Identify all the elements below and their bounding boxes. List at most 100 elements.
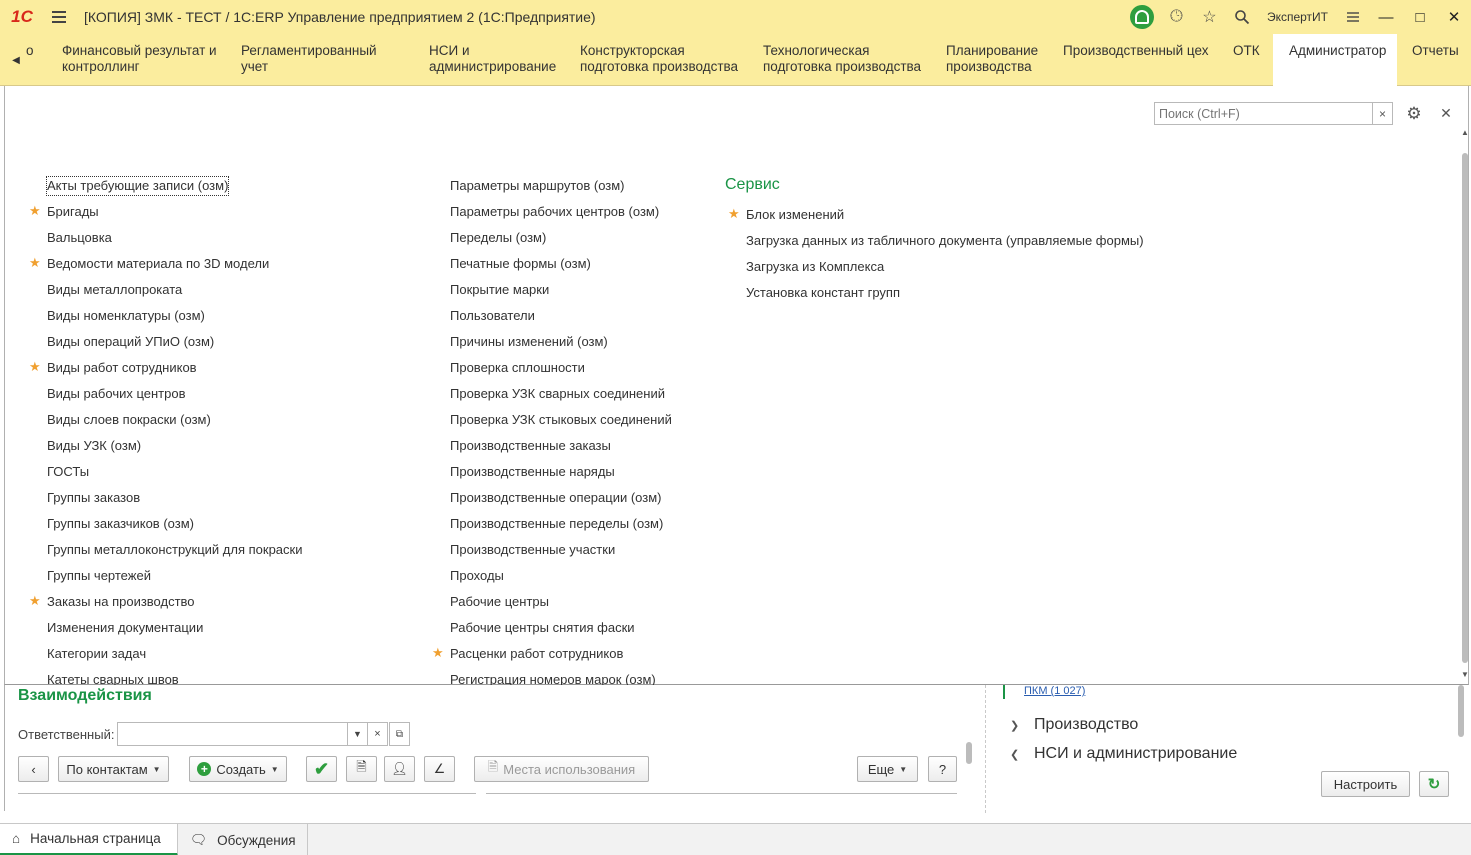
close-window-icon[interactable]: ✕ [1437,0,1471,34]
section-partial[interactable]: о [26,34,34,86]
function-link[interactable]: Категории задач [47,645,146,663]
function-link[interactable]: Виды работ сотрудников [47,359,197,377]
function-link[interactable]: Изменения документации [47,619,203,637]
setup-button[interactable]: Настроить [1321,771,1410,797]
chevron-down-icon[interactable]: ▼ [347,722,368,746]
document-icon[interactable]: 🗎︎ [346,756,377,782]
main-menu-button[interactable] [44,0,74,34]
search-input[interactable] [1154,102,1373,125]
function-link[interactable]: Рабочие центры [450,593,549,611]
section-nsi[interactable]: НСИ и администрирование [414,34,564,86]
section-shop[interactable]: Производственный цех [1048,34,1216,86]
function-link[interactable]: Установка констант групп [746,284,900,302]
functions-panel: × ⚙ ✕ Акты требующие записи (озм) ★ Бригад… [4,86,1469,687]
gear-icon[interactable]: ⚙ [1403,102,1425,125]
person-icon[interactable]: 👤︎ [384,756,415,782]
function-link[interactable]: Проходы [450,567,504,585]
function-link[interactable]: Производственные заказы [450,437,611,455]
angle-icon[interactable]: ∠ [424,756,455,782]
right-scrollbar[interactable] [1457,685,1465,761]
function-link[interactable]: Блок изменений [746,206,844,224]
function-link[interactable]: Группы металлоконструкций для покраски [47,541,303,559]
function-link[interactable]: ГОСТы [47,463,89,481]
function-link[interactable]: Проверка УЗК сварных соединений [450,385,665,403]
section-regulated-accounting[interactable]: Регламентированный учет [226,34,406,86]
function-link[interactable]: Виды слоев покраски (озм) [47,411,211,429]
interactions-detail-header [486,793,957,805]
section-financial[interactable]: Финансовый результат и контроллинг [47,34,217,86]
create-button[interactable]: + Создать ▼ [189,756,287,782]
function-link[interactable]: Расценки работ сотрудников [450,645,623,663]
section-administrator[interactable]: Администратор [1273,34,1397,86]
maximize-icon[interactable]: □ [1403,0,1437,34]
usage-places-button[interactable]: 🗎︎ Места использования [474,756,649,782]
function-link[interactable]: Группы чертежей [47,567,151,585]
refresh-icon[interactable]: ↻ [1419,771,1449,797]
function-link[interactable]: Заказы на производство [47,593,195,611]
check-icon[interactable]: ✔ [306,756,337,782]
function-link[interactable]: Рабочие центры снятия фаски [450,619,635,637]
close-icon[interactable]: ✕ [1435,102,1457,125]
favorite-star-icon: ★ [29,203,41,218]
function-link[interactable]: Параметры маршрутов (озм) [450,177,625,195]
function-link[interactable]: Производственные участки [450,541,615,559]
function-link[interactable]: Пользователи [450,307,535,325]
function-link[interactable]: Производственные переделы (озм) [450,515,663,533]
function-link[interactable]: Виды номенклатуры (озм) [47,307,205,325]
more-button[interactable]: Еще ▼ [857,756,918,782]
function-link[interactable]: Ведомости материала по 3D модели [47,255,269,273]
function-link[interactable]: Виды металлопроката [47,281,182,299]
function-link[interactable]: Покрытие марки [450,281,549,299]
tab-discussions[interactable]: 🗨︎ Обсуждения [178,824,308,855]
function-link[interactable]: Производственные наряды [450,463,615,481]
responsible-label: Ответственный: [18,727,115,742]
back-button[interactable]: ‹ [18,756,49,782]
scroll-left-icon[interactable]: ◀ [4,34,28,86]
function-link[interactable]: Виды УЗК (озм) [47,437,141,455]
search-icon[interactable] [1226,0,1259,34]
function-link[interactable]: Загрузка данных из табличного документа … [746,232,1144,250]
section-planning[interactable]: Планирование производства [931,34,1041,86]
function-link[interactable]: Параметры рабочих центров (озм) [450,203,659,221]
app-logo: 1С [11,7,33,26]
function-link[interactable]: Проверка УЗК стыковых соединений [450,411,672,429]
section-otk[interactable]: ОТК [1218,34,1270,86]
function-link[interactable]: Группы заказчиков (озм) [47,515,194,533]
clear-icon[interactable]: × [367,722,388,746]
minimize-icon[interactable]: — [1369,0,1403,34]
function-link[interactable]: Группы заказов [47,489,140,507]
function-link[interactable]: Акты требующие записи (озм) [45,176,230,196]
interactions-title: Взаимодействия [18,687,152,704]
responsible-field[interactable] [117,722,348,746]
section-reports[interactable]: Отчеты [1397,34,1471,86]
function-link[interactable]: Виды рабочих центров [47,385,186,403]
function-link[interactable]: Причины изменений (озм) [450,333,608,351]
by-contacts-button[interactable]: По контактам ▼ [58,756,169,782]
user-name[interactable]: ЭкспертИТ [1267,10,1328,24]
favorites-star-icon[interactable]: ☆ [1193,0,1226,34]
function-link[interactable]: Вальцовка [47,229,112,247]
function-link[interactable]: Производственные операции (озм) [450,489,662,507]
settings-menu-icon[interactable] [1336,0,1369,34]
history-icon[interactable]: 🕒︎ [1160,0,1193,34]
help-button[interactable]: ? [928,756,957,782]
pkm-link[interactable]: ПКМ (1 027) [1024,685,1085,697]
interactions-scrollbar[interactable] [965,730,973,790]
section-tech-prep[interactable]: Технологическая подготовка производства [748,34,928,86]
clear-search-icon[interactable]: × [1372,102,1393,125]
open-icon[interactable]: ⧉ [389,722,410,746]
title-bar: 1С [КОПИЯ] ЗМК - ТЕСТ / 1С:ERP Управлени… [0,0,1471,34]
function-link[interactable]: Бригады [47,203,99,221]
lower-area: Взаимодействия Ответственный: ▼ × ⧉ ‹ По… [0,685,1471,823]
section-design-prep[interactable]: Конструкторская подготовка производства [565,34,745,86]
panel-scrollbar[interactable]: ▲ ▼ [1461,128,1469,683]
function-link[interactable]: Виды операций УПиО (озм) [47,333,214,351]
notifications-bell-icon[interactable] [1129,5,1154,29]
function-link[interactable]: Проверка сплошности [450,359,585,377]
function-link[interactable]: Загрузка из Комплекса [746,258,884,276]
tree-item-nsi[interactable]: ❮ НСИ и администрирование [1010,745,1237,763]
function-link[interactable]: Переделы (озм) [450,229,546,247]
tree-item-production[interactable]: ❯ Производство [1010,716,1138,734]
tab-home[interactable]: ⌂ Начальная страница [0,824,178,855]
function-link[interactable]: Печатные формы (озм) [450,255,591,273]
